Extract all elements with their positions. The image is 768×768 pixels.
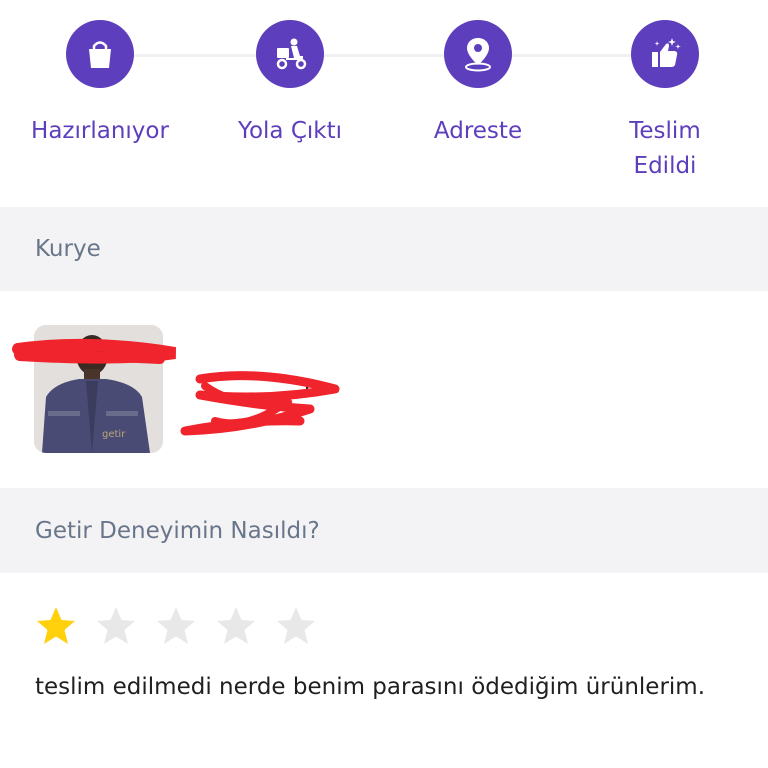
delivery-scooter-icon: [256, 20, 324, 88]
rating-section-title: Getir Deneyimin Nasıldı?: [35, 517, 320, 544]
star-icon[interactable]: [273, 603, 319, 649]
step-preparing: Hazırlanıyor: [15, 20, 185, 149]
courier-section-title: Kurye: [35, 236, 101, 262]
star-icon[interactable]: [93, 603, 139, 649]
courier-section-header: Kurye: [0, 207, 768, 291]
step-at-address: Adreste: [393, 20, 563, 149]
step-label: Adreste: [433, 118, 523, 144]
rating-card: teslim edilmedi nerde benim parasını öde…: [0, 573, 768, 768]
step-on-the-way: Yola Çıktı: [205, 20, 375, 149]
step-label: Hazırlanıyor: [31, 118, 169, 144]
star-icon[interactable]: [153, 603, 199, 649]
star-rating[interactable]: [33, 603, 333, 649]
step-label: Teslim Edildi: [629, 118, 701, 179]
courier-card: getir n: [0, 291, 768, 488]
step-label: Yola Çıktı: [237, 118, 343, 144]
star-icon-filled[interactable]: [33, 603, 79, 649]
redaction-scribble: [12, 338, 340, 436]
location-pin-icon: [444, 20, 512, 88]
rating-section-header: Getir Deneyimin Nasıldı?: [0, 488, 768, 573]
shopping-bag-icon: [66, 20, 134, 88]
star-icon[interactable]: [213, 603, 259, 649]
review-comment: teslim edilmedi nerde benim parasını öde…: [35, 674, 706, 700]
thumbs-up-icon: [631, 20, 699, 88]
order-status-steps: Hazırlanıyor Yola Çıktı Adreste Teslim E…: [0, 0, 768, 205]
step-delivered: Teslim Edildi: [580, 20, 750, 184]
